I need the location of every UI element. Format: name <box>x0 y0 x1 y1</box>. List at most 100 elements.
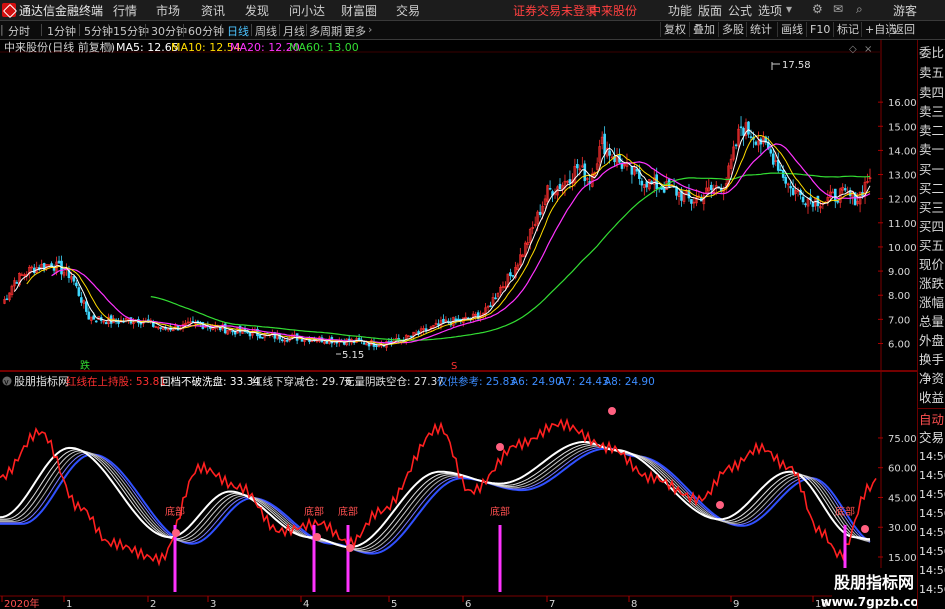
search-icon[interactable]: ⌕ <box>856 2 863 17</box>
broker-login-notice[interactable]: 证券交易未登录 <box>513 2 597 19</box>
candle-body <box>248 332 252 337</box>
close-icon[interactable]: × <box>864 44 872 55</box>
bottom-label-2: 底部 <box>338 505 358 518</box>
huaxian-button[interactable]: 画线 <box>777 22 806 37</box>
diamond-icon[interactable]: ◇ <box>849 44 857 55</box>
panel-weibi[interactable]: 委比 <box>919 44 945 63</box>
panel-auto[interactable]: 自动 <box>919 411 945 430</box>
menu-wenxiaoda[interactable]: 问小达 <box>289 2 325 19</box>
ind-tick-label-3: 30.00 <box>888 523 917 534</box>
x-tick-label-1: 1 <box>66 599 72 609</box>
signal-dot-4 <box>608 407 616 415</box>
period-15min[interactable]: 15分钟 <box>113 23 149 39</box>
period-week[interactable]: 周线 <box>255 23 277 39</box>
kline-chart[interactable]: 中来股份(日线 前复权) v MA5: 12.65 MA10: 12.54 MA… <box>0 40 917 609</box>
menu-jiaoyi[interactable]: 交易 <box>396 2 420 19</box>
panel-earnings[interactable]: 收益 <box>919 389 945 408</box>
settings-icon[interactable]: ⚙ <box>812 2 823 16</box>
indicator-name[interactable]: 股朋指标网 <box>14 374 69 388</box>
duogu-button[interactable]: 多股 <box>718 22 747 37</box>
candle-body <box>494 297 497 300</box>
panel-change-pct[interactable]: 涨幅 <box>919 294 945 313</box>
candle-body <box>655 174 659 190</box>
guest-button[interactable]: 游客 <box>893 2 917 19</box>
bottom-label-0: 底部 <box>165 505 185 518</box>
panel-outer[interactable]: 外盘 <box>919 332 945 351</box>
ind-tick-label-4: 15.00 <box>888 553 917 564</box>
candle-body <box>258 334 262 339</box>
main-tick-label-5: 11.00 <box>888 219 917 230</box>
tongji-button[interactable]: 统计 <box>746 22 775 37</box>
fuquan-button[interactable]: 复权 <box>660 22 689 37</box>
candle-body <box>779 169 783 172</box>
back-button[interactable]: 返回 <box>889 22 918 37</box>
panel-trade[interactable]: 交易 <box>919 429 945 448</box>
ind-tick-label-0: 75.00 <box>888 434 917 445</box>
panel-sell3[interactable]: 卖三 <box>919 103 945 122</box>
candle-body <box>509 272 512 277</box>
low-price-label: 5.15 <box>342 350 364 361</box>
period-day-active[interactable]: 日线 <box>227 23 249 39</box>
ind-tick-label-1: 60.00 <box>888 464 917 475</box>
panel-buy5[interactable]: 买五 <box>919 237 945 256</box>
ma20-line <box>51 143 871 344</box>
candle-body <box>538 211 542 216</box>
menu-gongneng[interactable]: 功能 <box>668 2 692 19</box>
panel-buy3[interactable]: 买三 <box>919 199 945 218</box>
watermark-title: 股朋指标网 <box>834 573 914 592</box>
menu-shichang[interactable]: 市场 <box>156 2 180 19</box>
period-1min[interactable]: 1分钟 <box>47 23 76 39</box>
panel-volume[interactable]: 总量 <box>919 313 945 332</box>
main-tick-label-10: 6.00 <box>888 339 910 350</box>
panel-sell4[interactable]: 卖四 <box>919 84 945 103</box>
f10-button[interactable]: F10 <box>806 22 833 37</box>
x-tick-label-0: 2020年 <box>4 597 39 609</box>
candle-body <box>85 301 88 312</box>
panel-sell1[interactable]: 卖一 <box>919 141 945 160</box>
menu-hangqing[interactable]: 行情 <box>113 2 137 19</box>
panel-time-0: 14:56 <box>919 450 945 463</box>
panel-turnover[interactable]: 换手 <box>919 351 945 370</box>
menu-gongshi[interactable]: 公式 <box>728 2 752 19</box>
menu-caifuquan[interactable]: 财富圈 <box>341 2 377 19</box>
candlesticks <box>3 116 872 351</box>
more-chevron-icon[interactable]: › <box>368 23 372 36</box>
panel-change[interactable]: 涨跌 <box>919 275 945 294</box>
main-tick-label-7: 9.00 <box>888 267 910 278</box>
main-tick-label-0: 16.00 <box>888 98 917 109</box>
x-tick-label-3: 3 <box>210 599 216 609</box>
menu-banmian[interactable]: 版面 <box>698 2 722 19</box>
panel-sell2[interactable]: 卖二 <box>919 122 945 141</box>
period-month[interactable]: 月线 <box>283 23 305 39</box>
quote-side-panel: 委比 卖五 卖四 卖三 卖二 卖一 买一 买二 买三 买四 买五 现价 涨跌 涨… <box>917 40 945 609</box>
menu-faxian[interactable]: 发现 <box>245 2 269 19</box>
mail-icon[interactable]: ✉ <box>833 2 843 16</box>
menu-xuanxiang[interactable]: 选项 <box>758 2 782 19</box>
indicator-chevron-icon: v <box>4 378 9 387</box>
panel-sell5[interactable]: 卖五 <box>919 64 945 83</box>
panel-net-asset[interactable]: 净资 <box>919 370 945 389</box>
period-fenshi[interactable]: 分时 <box>8 23 30 39</box>
chevron-down-icon: v <box>105 44 110 53</box>
main-tick-label-1: 15.00 <box>888 122 917 133</box>
candle-body <box>568 179 572 184</box>
period-30min[interactable]: 30分钟 <box>151 23 187 39</box>
x-axis: 2020年 1 2 3 4 5 6 7 8 9 10 <box>1 596 828 609</box>
signal-dot-6 <box>861 525 869 533</box>
panel-buy1[interactable]: 买一 <box>919 161 945 180</box>
panel-buy4[interactable]: 买四 <box>919 218 945 237</box>
panel-price[interactable]: 现价 <box>919 256 945 275</box>
x-tick-label-8: 8 <box>631 599 637 609</box>
menu-zixun[interactable]: 资讯 <box>201 2 225 19</box>
candle-body <box>784 177 787 184</box>
period-multi[interactable]: 多周期 <box>309 23 342 39</box>
diejia-button[interactable]: 叠加 <box>689 22 718 37</box>
period-60min[interactable]: 60分钟 <box>188 23 224 39</box>
biaoji-button[interactable]: 标记 <box>833 22 862 37</box>
dropdown-arrow-icon[interactable]: ▾ <box>786 2 792 16</box>
indicator-item-5: A6: 24.90 <box>511 376 562 388</box>
panel-buy2[interactable]: 买二 <box>919 180 945 199</box>
main-y-axis: 16.00 15.00 14.00 13.00 12.00 11.00 10.00 9.00 8… <box>878 98 917 350</box>
period-more[interactable]: 更多 <box>344 23 366 39</box>
candle-body <box>104 322 108 325</box>
